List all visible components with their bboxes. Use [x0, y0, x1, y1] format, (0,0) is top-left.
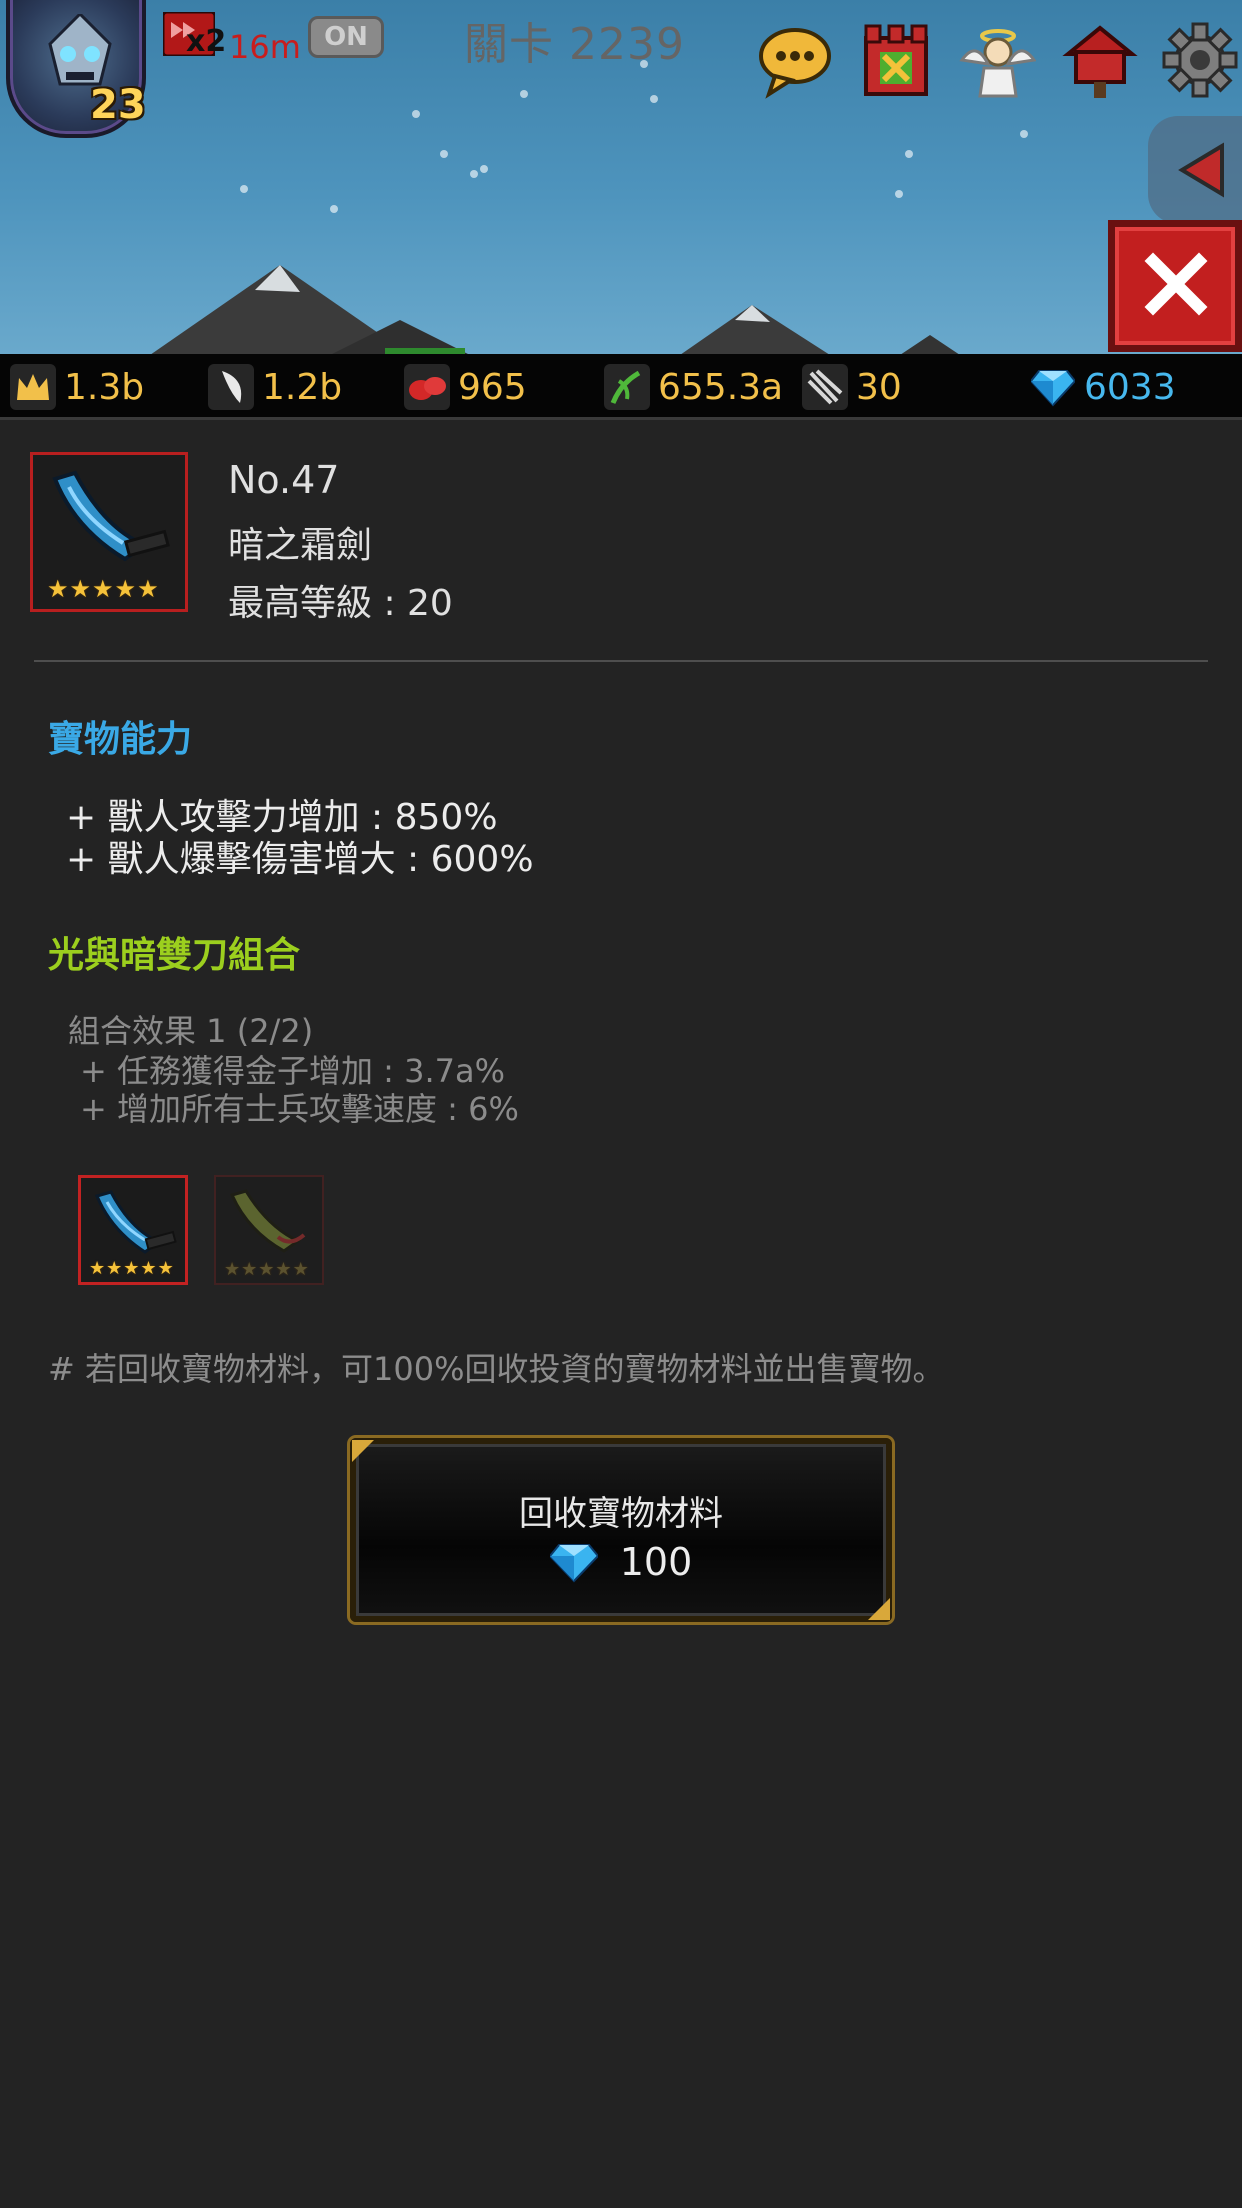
- gear-icon[interactable]: [1160, 20, 1240, 100]
- recycle-cost-value: 100: [619, 1540, 693, 1584]
- fang-icon: [222, 371, 242, 403]
- chat-icon[interactable]: [755, 20, 835, 100]
- crown-icon: [17, 374, 49, 400]
- player-avatar[interactable]: 23: [6, 0, 146, 138]
- item-icon-frame: ★ ★ ★ ★ ★: [30, 452, 188, 612]
- set-title: 光與暗雙刀組合: [48, 935, 301, 976]
- resource-bar: 1.3b 1.2b 965 655.3a 30 6033: [0, 354, 1242, 420]
- resource-crown: 1.3b: [10, 360, 144, 414]
- arrow-left-icon: [1178, 142, 1224, 198]
- resource-fang: 1.2b: [208, 360, 342, 414]
- recycle-materials-button[interactable]: 回收寶物材料 100: [350, 1438, 892, 1622]
- close-icon: [1144, 252, 1208, 316]
- close-button[interactable]: [1108, 220, 1242, 352]
- claw-icon: [807, 369, 843, 405]
- guild-castle-icon[interactable]: [856, 20, 936, 100]
- side-panel-toggle[interactable]: [1148, 116, 1242, 224]
- meat-icon: [409, 377, 446, 400]
- item-number: No.47: [228, 458, 340, 502]
- recycle-note: # 若回收寶物材料，可100%回收投資的寶物材料並出售寶物。: [48, 1350, 945, 1388]
- gem-icon: [549, 1544, 598, 1583]
- slot-star-rating: ★ ★ ★ ★ ★: [89, 1258, 174, 1279]
- frost-blade-icon: [94, 1190, 177, 1254]
- gem-icon: [1031, 370, 1075, 407]
- item-max-level: 最高等級 : 20: [228, 583, 453, 624]
- resource-claw: 30: [802, 360, 902, 414]
- recycle-label: 回收寶物材料: [519, 1494, 723, 1534]
- speed-timer: 16m: [229, 28, 301, 66]
- ability-line: + 獸人爆擊傷害增大 : 600%: [66, 839, 534, 880]
- light-blade-icon: [229, 1189, 306, 1253]
- set-item-slot-light-blade[interactable]: ★ ★ ★ ★ ★: [214, 1175, 324, 1285]
- set-item-slot-dark-blade[interactable]: ★ ★ ★ ★ ★: [78, 1175, 188, 1285]
- divider: [34, 660, 1208, 662]
- auto-toggle[interactable]: ON: [308, 16, 384, 58]
- angel-icon[interactable]: [956, 20, 1036, 100]
- game-scene: 23 x2 16m ON 關卡 2239: [0, 0, 1242, 355]
- resource-meat: 965: [404, 360, 527, 414]
- speed-multiplier: x2: [186, 24, 227, 59]
- set-effect-line: + 增加所有士兵攻擊速度 : 6%: [80, 1090, 519, 1128]
- item-star-rating: ★ ★ ★ ★ ★: [47, 575, 159, 603]
- player-level: 23: [90, 82, 146, 128]
- resource-herb: 655.3a: [604, 360, 783, 414]
- ability-title: 寶物能力: [48, 719, 193, 760]
- recycle-cost: 100: [356, 1540, 886, 1584]
- mailbox-icon[interactable]: [1060, 20, 1140, 100]
- frost-blade-icon: [52, 470, 170, 562]
- item-name: 暗之霜劍: [228, 525, 373, 566]
- resource-gem: 6033: [1030, 360, 1176, 414]
- slot-star-rating: ★ ★ ★ ★ ★: [224, 1259, 309, 1280]
- herb-icon: [610, 370, 641, 404]
- stage-title: 關卡 2239: [464, 19, 685, 70]
